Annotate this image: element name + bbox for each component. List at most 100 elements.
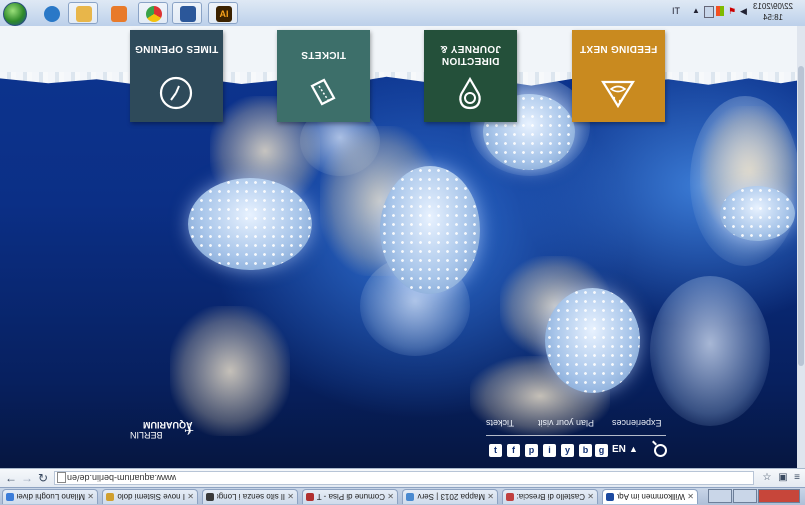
tab-title: Willkommen im Aque — [617, 492, 685, 501]
footer-nav: Tickets Plan your visit Experiences — [486, 418, 666, 432]
browser-tab[interactable]: I nove Sistemi dolomit✕ — [102, 489, 198, 504]
close-tab-icon[interactable]: ✕ — [87, 490, 94, 503]
jellyfish-tentacles — [170, 306, 290, 436]
nav-tile-tickets[interactable]: TICKETS — [277, 30, 370, 122]
jellyfish-image — [650, 276, 770, 426]
maximize-button[interactable] — [733, 489, 757, 503]
minimize-button[interactable] — [708, 489, 732, 503]
pinterest-icon[interactable]: p — [525, 444, 538, 457]
facebook-icon[interactable]: f — [507, 444, 520, 457]
youtube-icon[interactable]: y — [561, 444, 574, 457]
clock-icon — [159, 76, 193, 110]
page-scrollbar[interactable] — [797, 26, 805, 468]
taskbar-app-media-player[interactable] — [103, 2, 133, 24]
illustrator-icon: AI — [216, 6, 232, 22]
tab-title: Comune di Pisa - Turi — [317, 492, 385, 501]
nav-tile-label: FEEDING NEXT — [579, 43, 658, 54]
footer-divider — [486, 435, 666, 436]
browser-tab[interactable]: Mappa 2013 | Servizio✕ — [402, 489, 498, 504]
tab-title: Il sito senza i Longobar — [217, 492, 285, 501]
footer-link-experiences[interactable]: Experiences — [612, 418, 662, 428]
browser-toolbar: ← → ↻ www.aquarium-berlin.de/en ☆ ▣ ≡ — [0, 468, 805, 488]
jellyfish-bell — [720, 186, 795, 241]
scrollbar-thumb[interactable] — [798, 66, 804, 366]
url-input[interactable]: www.aquarium-berlin.de/en — [54, 471, 754, 485]
taskbar-app-chrome[interactable] — [138, 2, 168, 24]
fish-feeding-icon — [601, 80, 635, 109]
nav-tile-label: TIMES OPENING — [134, 43, 219, 54]
google-plus-icon[interactable]: g — [595, 444, 608, 457]
blog-icon[interactable]: b — [579, 444, 592, 457]
instagram-icon[interactable]: i — [543, 444, 556, 457]
close-tab-icon[interactable]: ✕ — [387, 490, 394, 503]
fish-logo-icon: ✈ — [184, 424, 195, 438]
browser-tab[interactable]: Il sito senza i Longobar✕ — [202, 489, 298, 504]
tab-title: Mappa 2013 | Servizio — [417, 492, 485, 501]
favicon — [206, 493, 214, 501]
chevron-up-icon[interactable]: ▲ — [629, 444, 638, 454]
tab-title: I nove Sistemi dolomit — [117, 492, 185, 501]
nav-tile-label: TICKETS — [301, 49, 346, 60]
close-tab-icon[interactable]: ✕ — [687, 490, 694, 503]
start-button[interactable] — [3, 2, 27, 26]
chrome-icon — [146, 6, 162, 22]
browser-tab[interactable]: Castello di Brescia: il Ci✕ — [502, 489, 598, 504]
footer-link-tickets[interactable]: Tickets — [486, 418, 514, 428]
language-selector[interactable]: EN — [612, 444, 626, 455]
forward-arrow-icon[interactable]: → — [20, 471, 34, 485]
jellyfish-bell — [380, 166, 480, 294]
back-arrow-icon[interactable]: ← — [4, 471, 18, 485]
favicon — [606, 493, 614, 501]
footer-link-plan-visit[interactable]: Plan your visit — [538, 418, 594, 428]
taskbar-app-internet-explorer[interactable] — [36, 2, 66, 24]
bookmark-star-icon[interactable]: ☆ — [760, 471, 774, 485]
close-tab-icon[interactable]: ✕ — [487, 490, 494, 503]
jellyfish-bell — [545, 288, 640, 393]
aquarium-berlin-logo[interactable]: BERLIN AQUARIUM ✈ — [130, 420, 200, 444]
favicon — [306, 493, 314, 501]
clock-date: 22/09/2013 — [752, 2, 794, 11]
reload-icon[interactable]: ↻ — [36, 471, 50, 485]
windows-flag-icon[interactable] — [716, 6, 724, 16]
browser-tab[interactable]: Milano Luoghi diversi ✕ — [2, 489, 98, 504]
nav-tile-label: DIRECTION JOURNEY & — [440, 43, 501, 66]
tab-title: Milano Luoghi diversi — [17, 492, 85, 501]
internet-explorer-icon — [44, 6, 60, 22]
close-tab-icon[interactable]: ✕ — [187, 490, 194, 503]
menu-icon[interactable]: ≡ — [790, 471, 804, 485]
tumblr-icon[interactable]: t — [489, 444, 502, 457]
search-icon[interactable] — [654, 444, 667, 457]
volume-icon[interactable]: ◀ — [740, 6, 748, 16]
language-indicator[interactable]: IT — [672, 6, 680, 16]
website-page: TIMES OPENING TICKETS DIRECTION JOURNEY … — [0, 26, 805, 468]
folder-icon — [76, 6, 92, 22]
taskbar-app-file-explorer[interactable] — [68, 2, 98, 24]
browser-tab-active[interactable]: Willkommen im Aque ✕ — [602, 489, 698, 504]
taskbar-app-word[interactable] — [172, 2, 202, 24]
clock-time: 18:54 — [762, 13, 784, 22]
ticket-icon — [310, 78, 336, 106]
nav-tile-next-feeding[interactable]: FEEDING NEXT — [572, 30, 665, 122]
close-tab-icon[interactable]: ✕ — [287, 490, 294, 503]
taskbar-clock[interactable]: 22/09/2013 18:54 — [748, 1, 798, 23]
nav-tile-journey-direction[interactable]: DIRECTION JOURNEY & — [424, 30, 517, 122]
bookmark-icon[interactable]: ▣ — [776, 471, 790, 485]
jellyfish-bell — [188, 178, 312, 270]
word-icon — [180, 6, 196, 22]
page-icon — [57, 472, 66, 483]
alert-flag-icon[interactable]: ⚑ — [728, 6, 736, 16]
action-center-icon[interactable] — [704, 6, 714, 18]
favicon — [506, 493, 514, 501]
browser-tab[interactable]: Comune di Pisa - Turi✕ — [302, 489, 398, 504]
close-window-button[interactable] — [758, 489, 800, 503]
url-text: www.aquarium-berlin.de/en — [67, 473, 177, 483]
favicon — [106, 493, 114, 501]
taskbar-app-illustrator[interactable]: AI — [208, 2, 238, 24]
header-paper-strip — [0, 26, 805, 74]
nav-tile-opening-times[interactable]: TIMES OPENING — [130, 30, 223, 122]
browser-tab-strip: Milano Luoghi diversi ✕ I nove Sistemi do… — [0, 487, 805, 505]
show-hidden-icons-icon[interactable]: ▲ — [692, 6, 700, 16]
windows-taskbar: AI IT ▲ ⚑ ◀ 22/09/2013 18:54 — [0, 0, 805, 27]
tab-title: Castello di Brescia: il Ci — [517, 492, 585, 501]
close-tab-icon[interactable]: ✕ — [587, 490, 594, 503]
